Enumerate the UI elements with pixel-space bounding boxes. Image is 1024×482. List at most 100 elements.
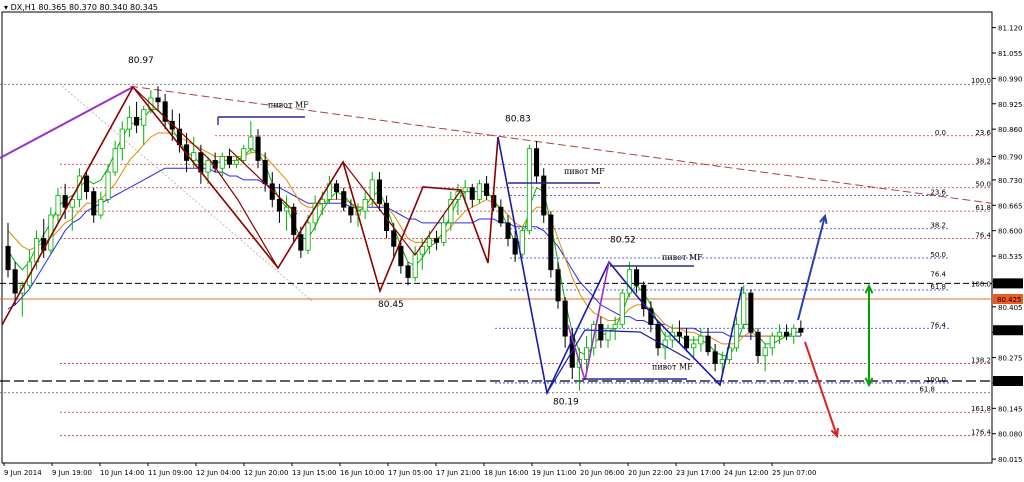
symbol-dropdown-icon[interactable]: ▾	[4, 3, 8, 12]
price-marker-label: 80.345	[997, 327, 1022, 335]
candle-body	[769, 335, 775, 349]
candle-body	[719, 359, 725, 364]
arrow-down	[804, 341, 838, 437]
candle-body	[369, 179, 375, 200]
y-tick-label: 81.120	[998, 25, 1023, 33]
y-tick-label: 80.925	[998, 101, 1023, 109]
candle-body	[698, 335, 704, 345]
y-tick-label: 80.145	[998, 405, 1023, 413]
candle-body	[305, 222, 311, 251]
candle-body	[98, 198, 104, 216]
y-tick-label: 80.860	[998, 126, 1023, 134]
candle-body	[498, 206, 504, 224]
candle-body	[469, 187, 475, 200]
candle-body	[562, 300, 568, 337]
candle-body	[741, 292, 747, 325]
x-tick-label: 9 Jun 2014	[4, 469, 42, 477]
candle-body	[584, 347, 590, 360]
chart-header: ▾ DX,H1 80.365 80.370 80.340 80.345	[4, 3, 158, 12]
candle-body	[605, 327, 611, 341]
candle-body	[298, 234, 304, 251]
price-marker-label: 80.215	[997, 378, 1022, 386]
pivot-label: пивот MF	[652, 362, 693, 371]
candle-body	[655, 323, 661, 349]
chart-svg: 81.120 81.055 80.990 80.925 80.860 80.790 80.7…	[0, 11, 1023, 477]
candle-body	[619, 292, 625, 325]
fib-label: 76.4	[930, 321, 946, 329]
x-tick-label: 11 Jun 09:00	[148, 469, 192, 477]
y-tick-label: 80.600	[998, 228, 1023, 236]
fib-label: 38.2	[930, 222, 946, 230]
candle-body	[333, 183, 340, 193]
y-tick-label: 80.275	[998, 355, 1023, 363]
candle-body	[476, 183, 482, 200]
candle-body	[126, 117, 133, 130]
price-annotation: 80.83	[505, 114, 531, 124]
y-tick-label: 80.015	[998, 456, 1023, 464]
fib-label: 23.6	[975, 129, 991, 137]
candle-body	[133, 117, 140, 126]
x-tick-label: 23 Jun 17:00	[676, 469, 720, 477]
x-tick-label: 13 Jun 15:00	[292, 469, 336, 477]
candle-body	[205, 159, 211, 173]
candle-body	[191, 152, 197, 161]
y-tick-label: 80.790	[998, 153, 1023, 161]
candle-body	[512, 238, 518, 255]
plot-frame	[1, 11, 993, 464]
fib-label: 23.6	[930, 189, 946, 197]
candle-body	[376, 179, 382, 204]
candle-body	[712, 351, 718, 364]
y-tick-label: 80.080	[998, 431, 1023, 439]
x-tick-label: 17 Jun 21:00	[436, 469, 480, 477]
candle-body	[84, 175, 90, 193]
candle-body	[676, 331, 682, 337]
x-tick-label: 20 Jun 22:00	[628, 469, 672, 477]
zigzag-line	[1, 85, 499, 326]
candle-body	[776, 331, 782, 337]
candle-body	[426, 238, 432, 247]
fib-label: 50.0	[975, 181, 991, 189]
candle-body	[262, 159, 268, 185]
ohlc-readout: 80.365 80.370 80.340 80.345	[38, 3, 159, 12]
candle-body	[541, 175, 547, 216]
fib-label: 76.4	[930, 271, 946, 279]
fib-label: 100.0	[926, 376, 946, 384]
pivot-label: пивот MF	[564, 167, 605, 176]
candle-body	[684, 335, 690, 349]
candle-body	[705, 335, 711, 353]
x-tick-label: 24 Jun 12:00	[724, 469, 768, 477]
candle-body	[691, 343, 697, 349]
fib-label: 176.4	[971, 429, 992, 437]
candle-body	[105, 171, 111, 200]
x-tick-label: 20 Jun 06:00	[580, 469, 624, 477]
y-tick-label: 80.730	[998, 177, 1023, 185]
candle-body	[505, 222, 511, 239]
candle-body	[276, 198, 282, 212]
price-chart: 81.120 81.055 80.990 80.925 80.860 80.790 80.7…	[0, 0, 1024, 482]
fib-label: 161.8	[971, 405, 991, 413]
candle-body	[483, 183, 490, 196]
fib-label: 50.0	[930, 251, 946, 259]
y-tick-label: 81.055	[998, 50, 1023, 58]
candle-body	[341, 191, 347, 208]
candle-body	[119, 128, 125, 150]
x-tick-label: 16 Jun 10:00	[340, 469, 384, 477]
arrow-up	[797, 215, 826, 321]
x-tick-label: 18 Jun 16:00	[484, 469, 528, 477]
fib-label: 38.2	[975, 157, 991, 165]
fib-label: 61.8	[930, 283, 946, 291]
y-tick-label: 80.665	[998, 202, 1023, 210]
price-marker-label: 80.425	[997, 296, 1022, 304]
x-tick-label: 12 Jun 20:00	[244, 469, 288, 477]
price-annotation: 80.45	[378, 300, 404, 310]
candle-body	[55, 195, 61, 216]
candle-body	[362, 198, 368, 212]
candle-body	[548, 214, 554, 271]
y-tick-label: 80.405	[998, 304, 1023, 312]
candle-body	[12, 269, 18, 294]
price-marker-label: 80.465	[997, 280, 1022, 288]
fib-label: 100.0	[971, 280, 991, 288]
price-annotation: 80.97	[128, 56, 154, 66]
candle-body	[241, 148, 247, 161]
candle-body	[412, 253, 418, 278]
